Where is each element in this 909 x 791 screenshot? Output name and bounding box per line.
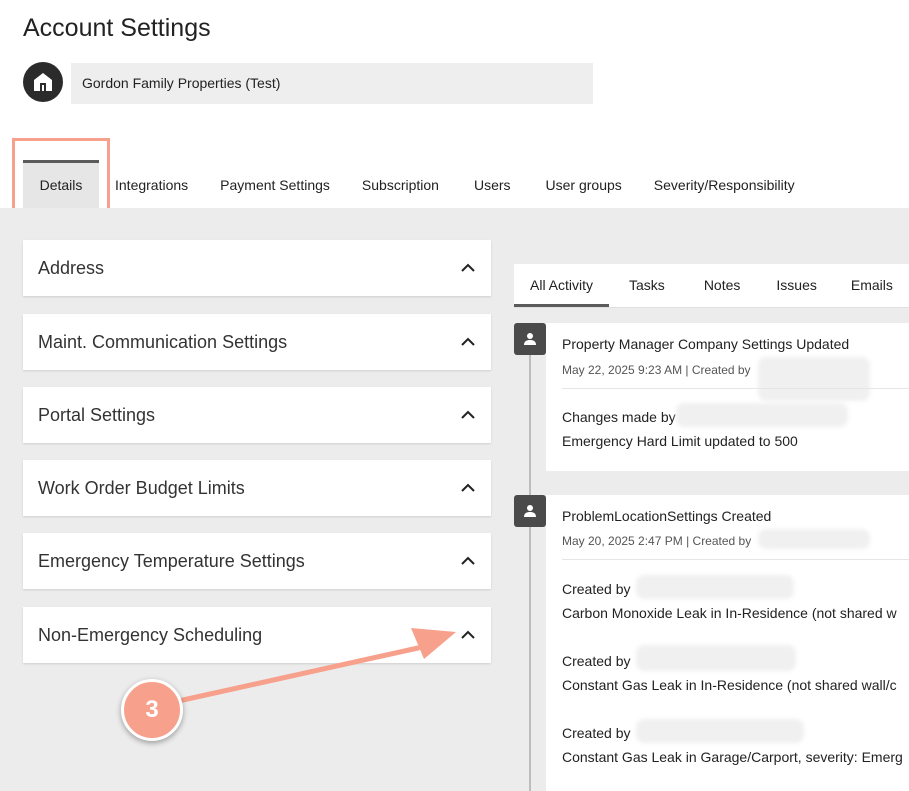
panel-label: Emergency Temperature Settings (38, 551, 305, 571)
tab-all-activity[interactable]: All Activity (514, 264, 610, 307)
activity-title: ProblemLocationSettings Created (562, 508, 772, 524)
chevron-up-icon (461, 483, 475, 492)
tab-user-groups[interactable]: User groups (530, 160, 638, 208)
activity-line: Constant Gas Leak in In-Residence (not s… (562, 677, 897, 693)
panel-label: Address (38, 258, 105, 278)
redacted-name (758, 529, 870, 549)
panel-non-emergency-scheduling[interactable]: Non-Emergency Scheduling (23, 607, 491, 663)
tab-integrations[interactable]: Integrations (99, 160, 204, 208)
chevron-up-icon (461, 263, 475, 272)
user-icon (514, 323, 546, 355)
activity-tabs: All Activity Tasks Notes Issues Emails (514, 264, 909, 308)
activity-line: Created by (562, 581, 631, 597)
activity-line: Constant Gas Leak in Garage/Carport, sev… (562, 749, 903, 765)
panel-label: Non-Emergency Scheduling (38, 625, 263, 645)
activity-line: Changes made by (562, 409, 676, 425)
panel-label: Work Order Budget Limits (38, 478, 245, 498)
tab-users[interactable]: Users (455, 160, 530, 208)
activity-meta: May 22, 2025 9:23 AM | Created by (562, 363, 751, 377)
redacted-name (636, 719, 804, 743)
divider (562, 559, 909, 560)
chevron-up-icon (461, 410, 475, 419)
home-icon (23, 62, 63, 102)
panel-label: Portal Settings (38, 405, 156, 425)
chevron-up-icon (461, 556, 475, 565)
activity-title: Property Manager Company Settings Update… (562, 336, 850, 352)
panel-work-order-budget[interactable]: Work Order Budget Limits (23, 460, 491, 516)
settings-tabs: Details Integrations Payment Settings Su… (23, 160, 811, 208)
tab-tasks[interactable]: Tasks (609, 264, 685, 307)
redacted-name (758, 357, 870, 401)
activity-line: Created by (562, 653, 631, 669)
redacted-name (636, 645, 796, 671)
tab-subscription[interactable]: Subscription (346, 160, 455, 208)
activity-card: Property Manager Company Settings Update… (546, 323, 909, 471)
activity-meta: May 20, 2025 2:47 PM | Created by (562, 534, 752, 548)
activity-line: Emergency Hard Limit updated to 500 (562, 433, 798, 449)
chevron-up-icon (461, 630, 475, 639)
account-name-field[interactable]: Gordon Family Properties (Test) (71, 63, 593, 104)
tab-notes[interactable]: Notes (685, 264, 760, 307)
redacted-name (676, 403, 848, 427)
panel-address[interactable]: Address (23, 240, 491, 296)
panel-emergency-temperature[interactable]: Emergency Temperature Settings (23, 533, 491, 589)
timeline-line (529, 355, 531, 791)
page-title: Account Settings (23, 14, 211, 42)
tab-issues[interactable]: Issues (759, 264, 833, 307)
divider (562, 388, 909, 389)
redacted-name (636, 575, 794, 599)
tab-severity-responsibility[interactable]: Severity/Responsibility (638, 160, 811, 208)
user-icon (514, 495, 546, 527)
chevron-up-icon (461, 337, 475, 346)
panel-maint-communication[interactable]: Maint. Communication Settings (23, 314, 491, 370)
activity-card: ProblemLocationSettings Created May 20, … (546, 495, 909, 791)
panel-label: Maint. Communication Settings (38, 332, 288, 352)
activity-line: Created by (562, 725, 631, 741)
step-marker: 3 (121, 679, 183, 741)
panel-portal-settings[interactable]: Portal Settings (23, 387, 491, 443)
tab-emails[interactable]: Emails (834, 264, 909, 307)
activity-line: Carbon Monoxide Leak in In-Residence (no… (562, 605, 897, 621)
tab-payment-settings[interactable]: Payment Settings (204, 160, 346, 208)
